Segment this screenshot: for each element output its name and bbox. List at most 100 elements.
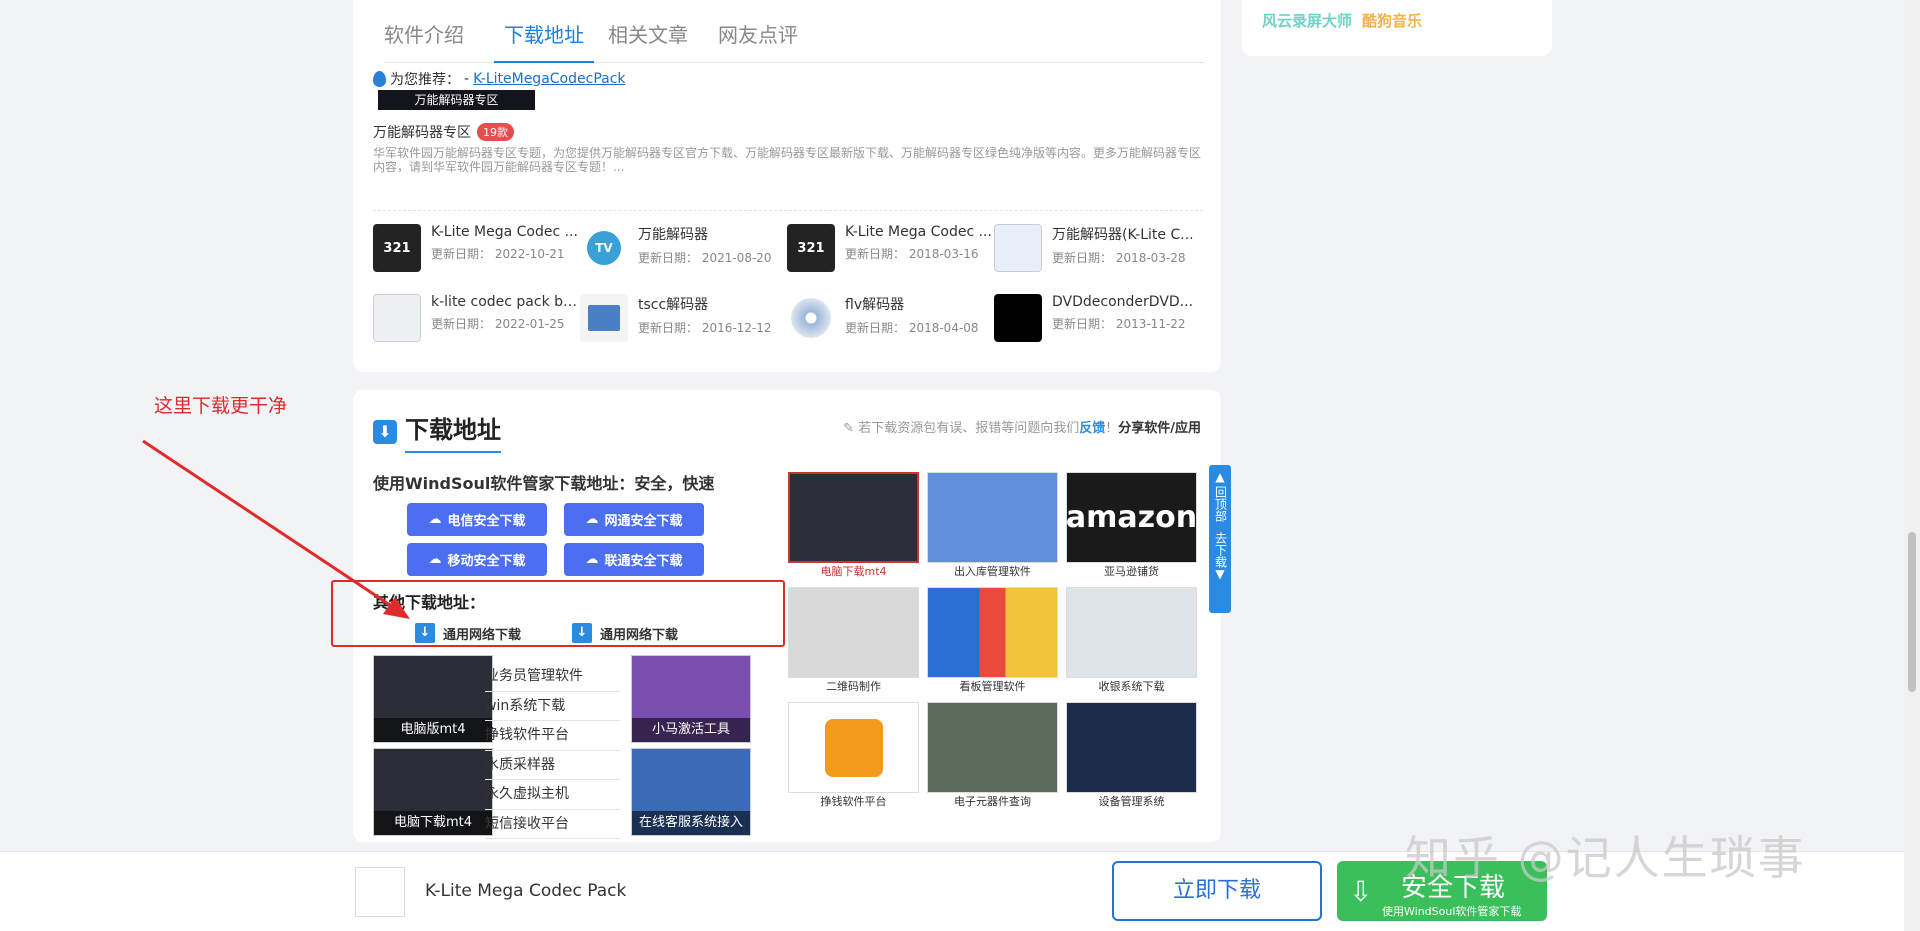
ad-link[interactable]: 业务员管理软件 — [485, 662, 620, 692]
amazon-logo: amazon — [1066, 472, 1197, 563]
ad-link[interactable]: win系统下载 — [485, 692, 620, 721]
unicom-download-button[interactable]: ☁ 联通安全下载 — [564, 543, 704, 576]
mobile-download-button[interactable]: ☁ 移动安全下载 — [407, 543, 547, 576]
app-name: K-Lite Mega Codec Pack — [425, 881, 627, 901]
go-download-label[interactable]: 去下载 — [1214, 532, 1228, 568]
software-date: 更新日期： 2022-01-25 — [431, 317, 565, 331]
back-to-top-label[interactable]: 回顶部 — [1214, 486, 1228, 522]
software-item[interactable]: 321 K-Lite Mega Codec ... 更新日期： 2018-03-1… — [787, 224, 994, 274]
software-name[interactable]: k-lite codec pack ba... — [431, 294, 581, 310]
cloud-download-icon: ☁ — [428, 512, 442, 527]
share-link[interactable]: 分享软件/应用 — [1118, 421, 1201, 436]
cloud-download-icon: ☁ — [585, 552, 599, 567]
note-excl: ！ — [1105, 421, 1119, 436]
ad-tile[interactable]: 出入库管理软件 — [927, 472, 1058, 585]
download-now-button[interactable]: 立即下载 — [1112, 861, 1322, 921]
software-name[interactable]: K-Lite Mega Codec ... — [845, 224, 995, 240]
software-name[interactable]: DVDdeconderDVD... — [1052, 294, 1202, 310]
software-name[interactable]: 万能解码器(K-Lite C... — [1052, 224, 1202, 244]
tab-articles[interactable]: 相关文章 — [608, 18, 704, 63]
cloud-download-icon: ☁ — [585, 512, 599, 527]
ad-image — [788, 472, 919, 563]
zone-title-text[interactable]: 万能解码器专区 — [373, 122, 471, 142]
software-item[interactable]: 321 K-Lite Mega Codec ... 更新日期： 2022-10-2… — [373, 224, 580, 274]
sidebar-link-fengyun[interactable]: 风云录屏大师 — [1262, 10, 1352, 31]
ad-tile[interactable]: 收银系统下载 — [1066, 587, 1197, 700]
tab-bar: 软件介绍 下载地址 相关文章 网友点评 — [384, 18, 1204, 63]
recommend-link[interactable]: K-LiteMegaCodecPack — [473, 71, 625, 87]
ad-thumb[interactable]: 小马激活工具 — [631, 655, 751, 743]
ad-caption: 亚马逊铺货 — [1104, 565, 1159, 578]
scroll-thumb[interactable] — [1908, 532, 1916, 692]
ad-tile[interactable]: 挣钱软件平台 — [788, 702, 919, 815]
sidebar-link-kugou[interactable]: 酷狗音乐 — [1362, 10, 1422, 31]
tab-intro[interactable]: 软件介绍 — [384, 18, 480, 63]
ad-caption: 电子元器件查询 — [954, 795, 1031, 808]
tab-download[interactable]: 下载地址 — [494, 18, 594, 63]
button-label: 网通安全下载 — [604, 514, 683, 529]
ad-caption: 设备管理系统 — [1098, 795, 1165, 808]
recommend-row: 为您推荐： - K-LiteMegaCodecPack — [373, 69, 626, 89]
zone-banner[interactable]: 万能解码器专区 — [378, 90, 535, 110]
software-date: 更新日期： 2018-03-16 — [845, 247, 979, 261]
ad-tile[interactable]: 看板管理软件 — [927, 587, 1058, 700]
ad-caption: 在线客服系统接入 — [632, 811, 750, 835]
netcom-download-button[interactable]: ☁ 网通安全下载 — [564, 503, 704, 536]
divider — [373, 210, 1203, 211]
telecom-download-button[interactable]: ☁ 电信安全下载 — [407, 503, 547, 536]
sidebar-links: 风云录屏大师 酷狗音乐 — [1262, 10, 1422, 31]
software-name[interactable]: tscc解码器 — [638, 294, 788, 314]
software-name[interactable]: 万能解码器 — [638, 224, 788, 244]
ad-caption: 电脑下载mt4 — [820, 565, 887, 578]
zone-count-badge: 19款 — [477, 123, 514, 141]
disc-icon — [787, 294, 835, 342]
ad-caption: 出入库管理软件 — [954, 565, 1031, 578]
ad-caption: 挣钱软件平台 — [820, 795, 887, 808]
ad-thumb[interactable]: 电脑版mt4 — [373, 655, 493, 743]
software-item[interactable]: tscc解码器 更新日期： 2016-12-12 — [580, 294, 787, 344]
ad-image — [788, 702, 919, 793]
ad-link[interactable]: 挣钱软件平台 — [485, 721, 620, 751]
back-to-top-link[interactable]: ▲ — [1209, 471, 1231, 484]
annotation-box — [331, 580, 785, 647]
pencil-icon: ✎ — [843, 421, 859, 436]
ad-tile[interactable]: 电脑下载mt4 — [788, 472, 919, 585]
software-date: 更新日期： 2022-10-21 — [431, 247, 565, 261]
ad-link[interactable]: 水质采样器 — [485, 751, 620, 780]
software-item[interactable]: k-lite codec pack ba... 更新日期： 2022-01-25 — [373, 294, 581, 344]
ad-thumb[interactable]: 在线客服系统接入 — [631, 748, 751, 836]
software-item[interactable]: DVDdeconderDVD... 更新日期： 2013-11-22 — [994, 294, 1201, 344]
software-name[interactable]: K-Lite Mega Codec ... — [431, 224, 581, 240]
ad-link[interactable]: 短信接收平台 — [485, 810, 620, 839]
feedback-link[interactable]: 反馈 — [1079, 421, 1105, 436]
button-label: 移动安全下载 — [447, 554, 526, 569]
software-item[interactable]: 万能解码器(K-Lite C... 更新日期： 2018-03-28 — [994, 224, 1201, 274]
ad-tile[interactable]: 二维码制作 — [788, 587, 919, 700]
windsoul-label: 使用WindSoul软件管家下载地址：安全，快速 — [373, 474, 715, 493]
ad-tile[interactable]: amazon 亚马逊铺货 — [1066, 472, 1197, 585]
page-scrollbar[interactable] — [1904, 0, 1920, 931]
safe-download-sub: 使用WindSoul软件管家下载 — [1382, 905, 1522, 918]
software-date: 更新日期： 2018-03-28 — [1052, 251, 1186, 265]
ad-caption: 看板管理软件 — [959, 680, 1026, 693]
qrcode-image — [788, 587, 919, 678]
screenshot-icon — [994, 224, 1042, 272]
software-name[interactable]: flv解码器 — [845, 294, 995, 314]
screenshot-icon — [373, 294, 421, 342]
recommend-label: 为您推荐： — [390, 72, 460, 88]
ad-tile[interactable]: 电子元器件查询 — [927, 702, 1058, 815]
software-item[interactable]: flv解码器 更新日期： 2018-04-08 — [787, 294, 994, 344]
ad-tile[interactable]: 设备管理系统 — [1066, 702, 1197, 815]
ad-link[interactable]: 永久虚拟主机 — [485, 780, 620, 810]
button-label: 联通安全下载 — [604, 554, 683, 569]
go-download-arrow[interactable]: ▼ — [1209, 568, 1231, 581]
ad-image — [927, 587, 1058, 678]
zone-title: 万能解码器专区 19款 — [373, 122, 514, 142]
tab-reviews[interactable]: 网友点评 — [718, 18, 814, 63]
ad-caption: 电脑下载mt4 — [374, 811, 492, 835]
software-date: 更新日期： 2013-11-22 — [1052, 317, 1186, 331]
download-title: 下载地址 — [405, 410, 501, 453]
ad-thumb[interactable]: 电脑下载mt4 — [373, 748, 493, 836]
zone-description: 华军软件园万能解码器专区专题，为您提供万能解码器专区官方下载、万能解码器专区最新… — [373, 146, 1202, 174]
software-item[interactable]: TV 万能解码器 更新日期： 2021-08-20 — [580, 224, 787, 274]
